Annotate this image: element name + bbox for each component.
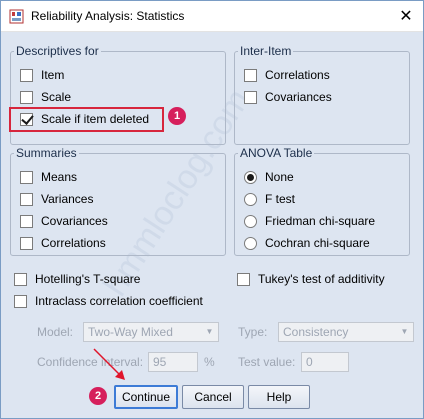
checkbox-hotelling[interactable]: Hotelling's T-square bbox=[14, 270, 140, 288]
dialog-body: hmmloclog.com Descriptives for Item Scal… bbox=[1, 32, 423, 418]
summary-correlations-label: Correlations bbox=[41, 236, 106, 250]
model-combo[interactable]: Two-Way Mixed ▼ bbox=[83, 322, 219, 342]
checkbox-inter-covariances[interactable]: Covariances bbox=[244, 88, 332, 106]
variances-label: Variances bbox=[41, 192, 94, 206]
continue-button[interactable]: Continue bbox=[114, 385, 178, 409]
friedman-radio[interactable] bbox=[244, 214, 257, 228]
cancel-button[interactable]: Cancel bbox=[182, 385, 244, 409]
hotelling-checkbox[interactable] bbox=[14, 272, 27, 286]
hotelling-label: Hotelling's T-square bbox=[35, 272, 141, 286]
step-badge-1: 1 bbox=[168, 107, 186, 125]
step-badge-2: 2 bbox=[89, 387, 107, 405]
percent-unit: % bbox=[204, 355, 215, 369]
radio-friedman[interactable]: Friedman chi-square bbox=[244, 212, 375, 230]
checkbox-item[interactable]: Item bbox=[20, 66, 64, 84]
chevron-down-icon: ▼ bbox=[205, 327, 214, 336]
inter-covariances-checkbox[interactable] bbox=[244, 90, 257, 104]
means-checkbox[interactable] bbox=[20, 170, 33, 184]
anova-legend: ANOVA Table bbox=[240, 146, 313, 160]
chevron-down-icon: ▼ bbox=[400, 327, 409, 336]
intraclass-label: Intraclass correlation coefficient bbox=[35, 294, 203, 308]
cochran-label: Cochran chi-square bbox=[265, 236, 370, 250]
inter-correlations-label: Correlations bbox=[265, 68, 330, 82]
tukey-label: Tukey's test of additivity bbox=[258, 272, 385, 286]
variances-checkbox[interactable] bbox=[20, 192, 33, 206]
type-value: Consistency bbox=[283, 325, 349, 339]
checkbox-scale[interactable]: Scale bbox=[20, 88, 71, 106]
summary-covariances-label: Covariances bbox=[41, 214, 108, 228]
friedman-label: Friedman chi-square bbox=[265, 214, 376, 228]
window-title: Reliability Analysis: Statistics bbox=[31, 9, 185, 23]
title-bar[interactable]: Reliability Analysis: Statistics ✕ bbox=[1, 1, 423, 32]
f-test-radio[interactable] bbox=[244, 192, 257, 206]
tukey-checkbox[interactable] bbox=[237, 272, 250, 286]
inter-correlations-checkbox[interactable] bbox=[244, 68, 257, 82]
model-label: Model: bbox=[37, 325, 74, 339]
scale-checkbox[interactable] bbox=[20, 90, 33, 104]
descriptives-legend: Descriptives for bbox=[16, 44, 99, 58]
inter-covariances-label: Covariances bbox=[265, 90, 332, 104]
inter-item-legend: Inter-Item bbox=[240, 44, 292, 58]
f-test-label: F test bbox=[265, 192, 296, 206]
intraclass-checkbox[interactable] bbox=[14, 294, 27, 308]
cochran-radio[interactable] bbox=[244, 236, 257, 250]
arrow-annotation-icon bbox=[93, 348, 125, 380]
test-value-field[interactable]: 0 bbox=[301, 352, 349, 372]
summary-covariances-checkbox[interactable] bbox=[20, 214, 33, 228]
checkbox-means[interactable]: Means bbox=[20, 168, 77, 186]
none-label: None bbox=[265, 170, 294, 184]
checkbox-intraclass[interactable]: Intraclass correlation coefficient bbox=[14, 292, 203, 310]
scale-label: Scale bbox=[41, 90, 72, 104]
radio-cochran[interactable]: Cochran chi-square bbox=[244, 234, 370, 252]
type-label: Type: bbox=[238, 325, 268, 339]
checkbox-inter-correlations[interactable]: Correlations bbox=[244, 66, 330, 84]
item-checkbox[interactable] bbox=[20, 68, 33, 82]
checkbox-summary-correlations[interactable]: Correlations bbox=[20, 234, 106, 252]
highlight-box bbox=[9, 107, 164, 132]
test-value-label: Test value: bbox=[238, 355, 296, 369]
means-label: Means bbox=[41, 170, 78, 184]
checkbox-variances[interactable]: Variances bbox=[20, 190, 93, 208]
help-button[interactable]: Help bbox=[248, 385, 310, 409]
close-icon[interactable]: ✕ bbox=[395, 5, 417, 27]
statistics-dialog: Reliability Analysis: Statistics ✕ hmmlo… bbox=[0, 0, 424, 419]
model-value: Two-Way Mixed bbox=[88, 325, 173, 339]
radio-none[interactable]: None bbox=[244, 168, 294, 186]
checkbox-summary-covariances[interactable]: Covariances bbox=[20, 212, 108, 230]
summaries-legend: Summaries bbox=[16, 146, 77, 160]
none-radio[interactable] bbox=[244, 170, 257, 184]
radio-f-test[interactable]: F test bbox=[244, 190, 295, 208]
item-label: Item bbox=[41, 68, 65, 82]
type-combo[interactable]: Consistency ▼ bbox=[278, 322, 414, 342]
spss-app-icon bbox=[9, 9, 24, 24]
checkbox-tukey[interactable]: Tukey's test of additivity bbox=[237, 270, 385, 288]
summary-correlations-checkbox[interactable] bbox=[20, 236, 33, 250]
confidence-interval-field[interactable]: 95 bbox=[148, 352, 198, 372]
